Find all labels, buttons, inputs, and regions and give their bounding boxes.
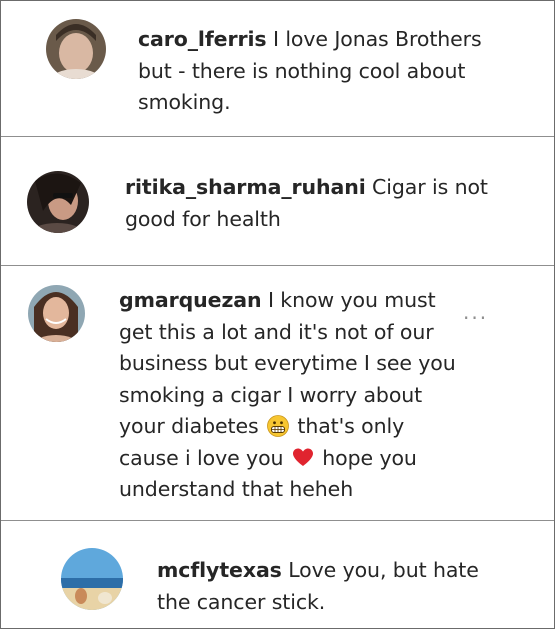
comment-item: caro_lferris I love Jonas Brothers but -… [1, 1, 554, 136]
avatar[interactable] [46, 19, 106, 79]
comment-text: gmarquezan I know you must get this a lo… [119, 288, 456, 501]
comment-username[interactable]: caro_lferris [138, 27, 267, 51]
grimacing-face-emoji [267, 415, 289, 437]
comment-item: ritika_sharma_ruhani Cigar is not good f… [1, 137, 554, 265]
comment-item: gmarquezan I know you must get this a lo… [1, 266, 554, 520]
red-heart-emoji [292, 447, 314, 469]
more-options-icon[interactable]: ... [463, 302, 488, 322]
comment-text: ritika_sharma_ruhani Cigar is not good f… [125, 175, 488, 231]
comment-item: mcflytexas Love you, but hate the cancer… [1, 521, 554, 628]
avatar[interactable] [28, 285, 85, 342]
comment-username[interactable]: ritika_sharma_ruhani [125, 175, 366, 199]
comments-panel: caro_lferris I love Jonas Brothers but -… [0, 0, 555, 629]
avatar[interactable] [61, 548, 123, 610]
comment-text: caro_lferris I love Jonas Brothers but -… [138, 27, 482, 114]
comment-username[interactable]: gmarquezan [119, 288, 262, 312]
avatar[interactable] [27, 171, 89, 233]
comment-text: mcflytexas Love you, but hate the cancer… [157, 558, 479, 614]
comment-username[interactable]: mcflytexas [157, 558, 282, 582]
